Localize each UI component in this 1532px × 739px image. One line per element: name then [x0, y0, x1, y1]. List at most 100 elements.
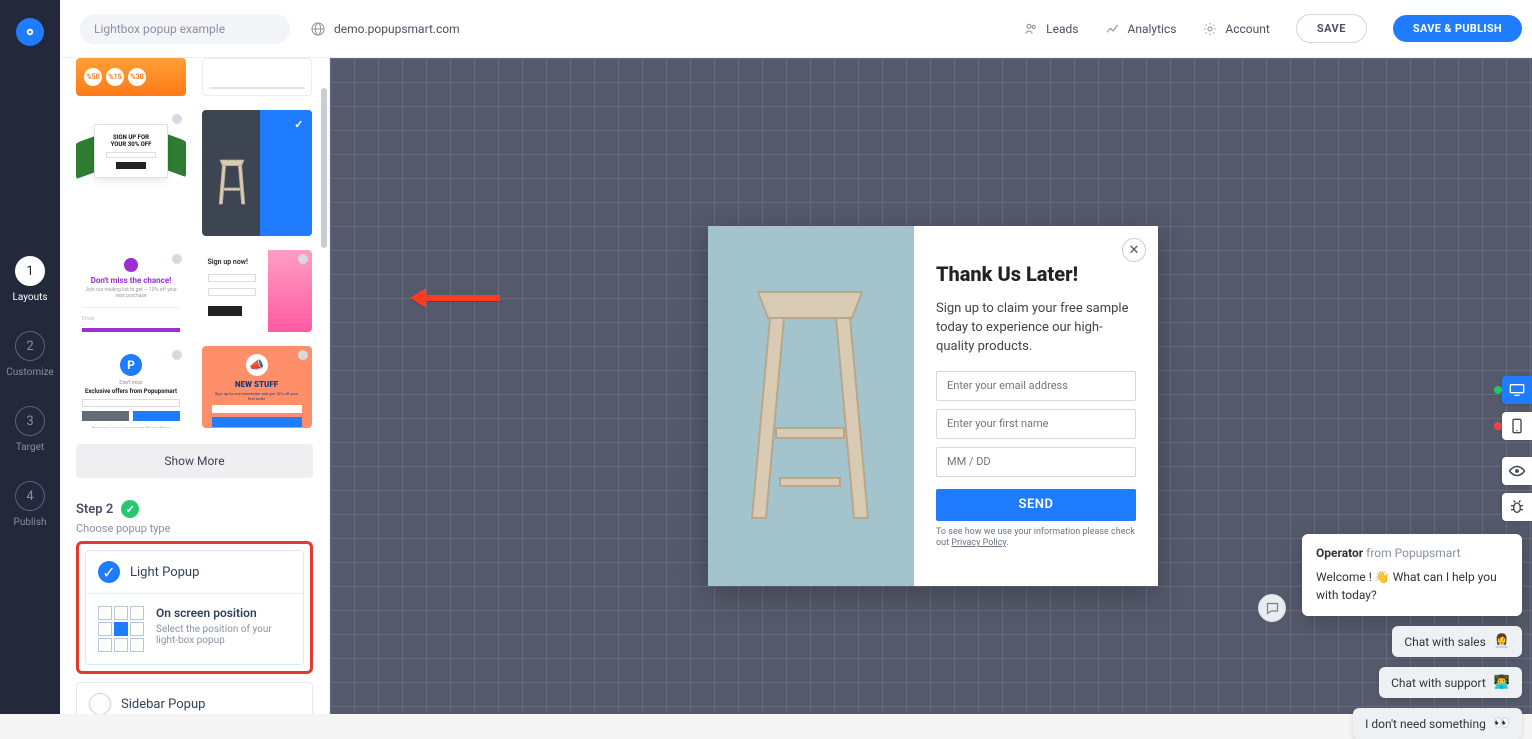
template-grid: %50%15%30 SIGN UP FOR YOUR 30% OFF ✓ Don…	[76, 58, 313, 428]
rail-step-customize[interactable]: 2 Customize	[6, 331, 53, 378]
popup-body: Sign up to claim your free sample today …	[936, 300, 1136, 357]
nav-leads[interactable]: Leads	[1023, 21, 1078, 37]
chat-message: Welcome ! 👋 What can I help you with tod…	[1316, 568, 1508, 604]
popup-title: Thank Us Later!	[936, 262, 1136, 286]
rail-step-label: Customize	[6, 367, 53, 378]
template-card-selected[interactable]: ✓	[202, 110, 312, 236]
option-sidebar-popup[interactable]: Sidebar Popup	[76, 682, 313, 714]
nav-analytics-label: Analytics	[1128, 22, 1177, 36]
pos-cell[interactable]	[98, 622, 112, 636]
save-button[interactable]: SAVE	[1296, 14, 1367, 43]
send-button[interactable]: SEND	[936, 489, 1136, 521]
viewport-desktop[interactable]	[1502, 376, 1532, 404]
analytics-icon	[1105, 21, 1121, 37]
chip-label: Chat with sales	[1404, 635, 1486, 649]
rail-step-publish[interactable]: 4 Publish	[14, 481, 47, 528]
step2-label: Step 2	[76, 502, 113, 517]
rail-step-num: 2	[15, 331, 45, 361]
chat-chips: Chat with sales👩‍💼 Chat with support👨‍💻 …	[1353, 626, 1522, 739]
project-name-input[interactable]	[80, 14, 290, 44]
chip-label: I don't need something	[1365, 717, 1486, 731]
leads-icon	[1023, 21, 1039, 37]
step2-sub: Choose popup type	[76, 522, 313, 535]
status-dot-green	[1494, 386, 1502, 394]
chip-chat-sales[interactable]: Chat with sales👩‍💼	[1392, 626, 1522, 657]
panel-scrollbar[interactable]	[321, 88, 327, 248]
palm-title: SIGN UP FOR	[113, 134, 149, 141]
template-card[interactable]: Sign up now!	[202, 250, 312, 332]
template-card[interactable]: %50%15%30	[76, 58, 186, 96]
pos-cell[interactable]	[114, 638, 128, 652]
pos-cell[interactable]	[98, 638, 112, 652]
mobile-icon	[1511, 418, 1523, 434]
pos-cell-selected[interactable]	[114, 622, 128, 636]
check-icon: ✓	[294, 118, 303, 131]
desktop-icon	[1509, 383, 1525, 397]
globe-icon	[310, 21, 326, 37]
email-input[interactable]	[936, 371, 1136, 401]
close-icon[interactable]: ✕	[1122, 238, 1146, 262]
position-sub: Select the position of your light-box po…	[156, 624, 291, 646]
eye-icon	[1508, 465, 1526, 477]
stool-image	[730, 278, 890, 538]
radio-unchecked	[89, 693, 111, 714]
template-card[interactable]: SIGN UP FOR YOUR 30% OFF	[76, 110, 186, 192]
popup-image	[708, 226, 914, 586]
gear-icon	[1202, 21, 1218, 37]
fine-post: .	[1006, 538, 1008, 548]
privacy-link[interactable]: Privacy Policy	[951, 538, 1006, 548]
stool-image	[212, 146, 252, 222]
template-card[interactable]	[202, 58, 312, 96]
status-dot-red	[1494, 422, 1502, 430]
rail-step-num: 4	[15, 481, 45, 511]
popup-preview[interactable]: ✕ Thank Us Later! Sign up to claim your …	[708, 226, 1158, 586]
template-card[interactable]: P Don't miss Exclusive offers from Popup…	[76, 346, 186, 428]
pos-cell[interactable]	[98, 606, 112, 620]
template-title: Sign up now!	[208, 258, 248, 266]
template-card[interactable]: 📣 NEW STUFF Sign up for our newsletter a…	[202, 346, 312, 428]
chip-chat-none[interactable]: I don't need something 👀	[1353, 708, 1522, 739]
template-mini: Email	[82, 316, 180, 322]
pos-cell[interactable]	[114, 606, 128, 620]
template-head: NEW STUFF	[202, 380, 312, 389]
template-smalltext: Don't miss	[80, 380, 182, 386]
pos-cell[interactable]	[130, 606, 144, 620]
template-card[interactable]: Don't miss the chance! Join our mailing …	[76, 250, 186, 332]
position-picker[interactable]	[98, 606, 144, 652]
template-head: Don't miss the chance!	[76, 276, 186, 285]
save-publish-button[interactable]: SAVE & PUBLISH	[1393, 15, 1522, 42]
viewport-debug[interactable]	[1502, 493, 1532, 521]
show-more-button[interactable]: Show More	[76, 444, 313, 478]
chip-label: Chat with support	[1391, 676, 1486, 690]
badge: %30	[128, 68, 146, 86]
option-light-popup[interactable]: ✓ Light Popup On screen position Select …	[85, 550, 304, 665]
rail-step-layouts[interactable]: 1 Layouts	[12, 256, 47, 303]
preview-canvas[interactable]: ✕ Thank Us Later! Sign up to claim your …	[330, 58, 1532, 714]
emoji-icon: 👀	[1494, 716, 1510, 731]
date-input[interactable]	[936, 447, 1136, 477]
brand-logo[interactable]	[16, 18, 44, 46]
firstname-input[interactable]	[936, 409, 1136, 439]
topbar-right: Leads Analytics Account SAVE SAVE & PUBL…	[1023, 14, 1522, 43]
rail-step-num: 1	[15, 256, 45, 286]
option-title: Light Popup	[130, 565, 199, 580]
brand-icon	[23, 25, 37, 39]
bug-icon	[1509, 499, 1525, 515]
rail-step-target[interactable]: 3 Target	[15, 406, 45, 453]
chat-toggle[interactable]	[1258, 594, 1286, 622]
megaphone-icon: 📣	[246, 354, 268, 376]
chat-icon	[1265, 601, 1280, 616]
rail-step-label: Target	[16, 442, 44, 453]
template-text: Exclusive offers from Popupsmart	[80, 388, 182, 395]
viewport-preview[interactable]	[1502, 457, 1532, 485]
layouts-panel: %50%15%30 SIGN UP FOR YOUR 30% OFF ✓ Don…	[60, 58, 330, 714]
domain-label[interactable]: demo.popupsmart.com	[310, 21, 460, 37]
viewport-mobile[interactable]	[1502, 412, 1532, 440]
chip-chat-support[interactable]: Chat with support👨‍💻	[1379, 667, 1522, 698]
nav-account[interactable]: Account	[1202, 21, 1269, 37]
nav-analytics[interactable]: Analytics	[1105, 21, 1177, 37]
pos-cell[interactable]	[130, 622, 144, 636]
brand-mini-icon: P	[120, 354, 142, 376]
rail-step-num: 3	[15, 406, 45, 436]
pos-cell[interactable]	[130, 638, 144, 652]
